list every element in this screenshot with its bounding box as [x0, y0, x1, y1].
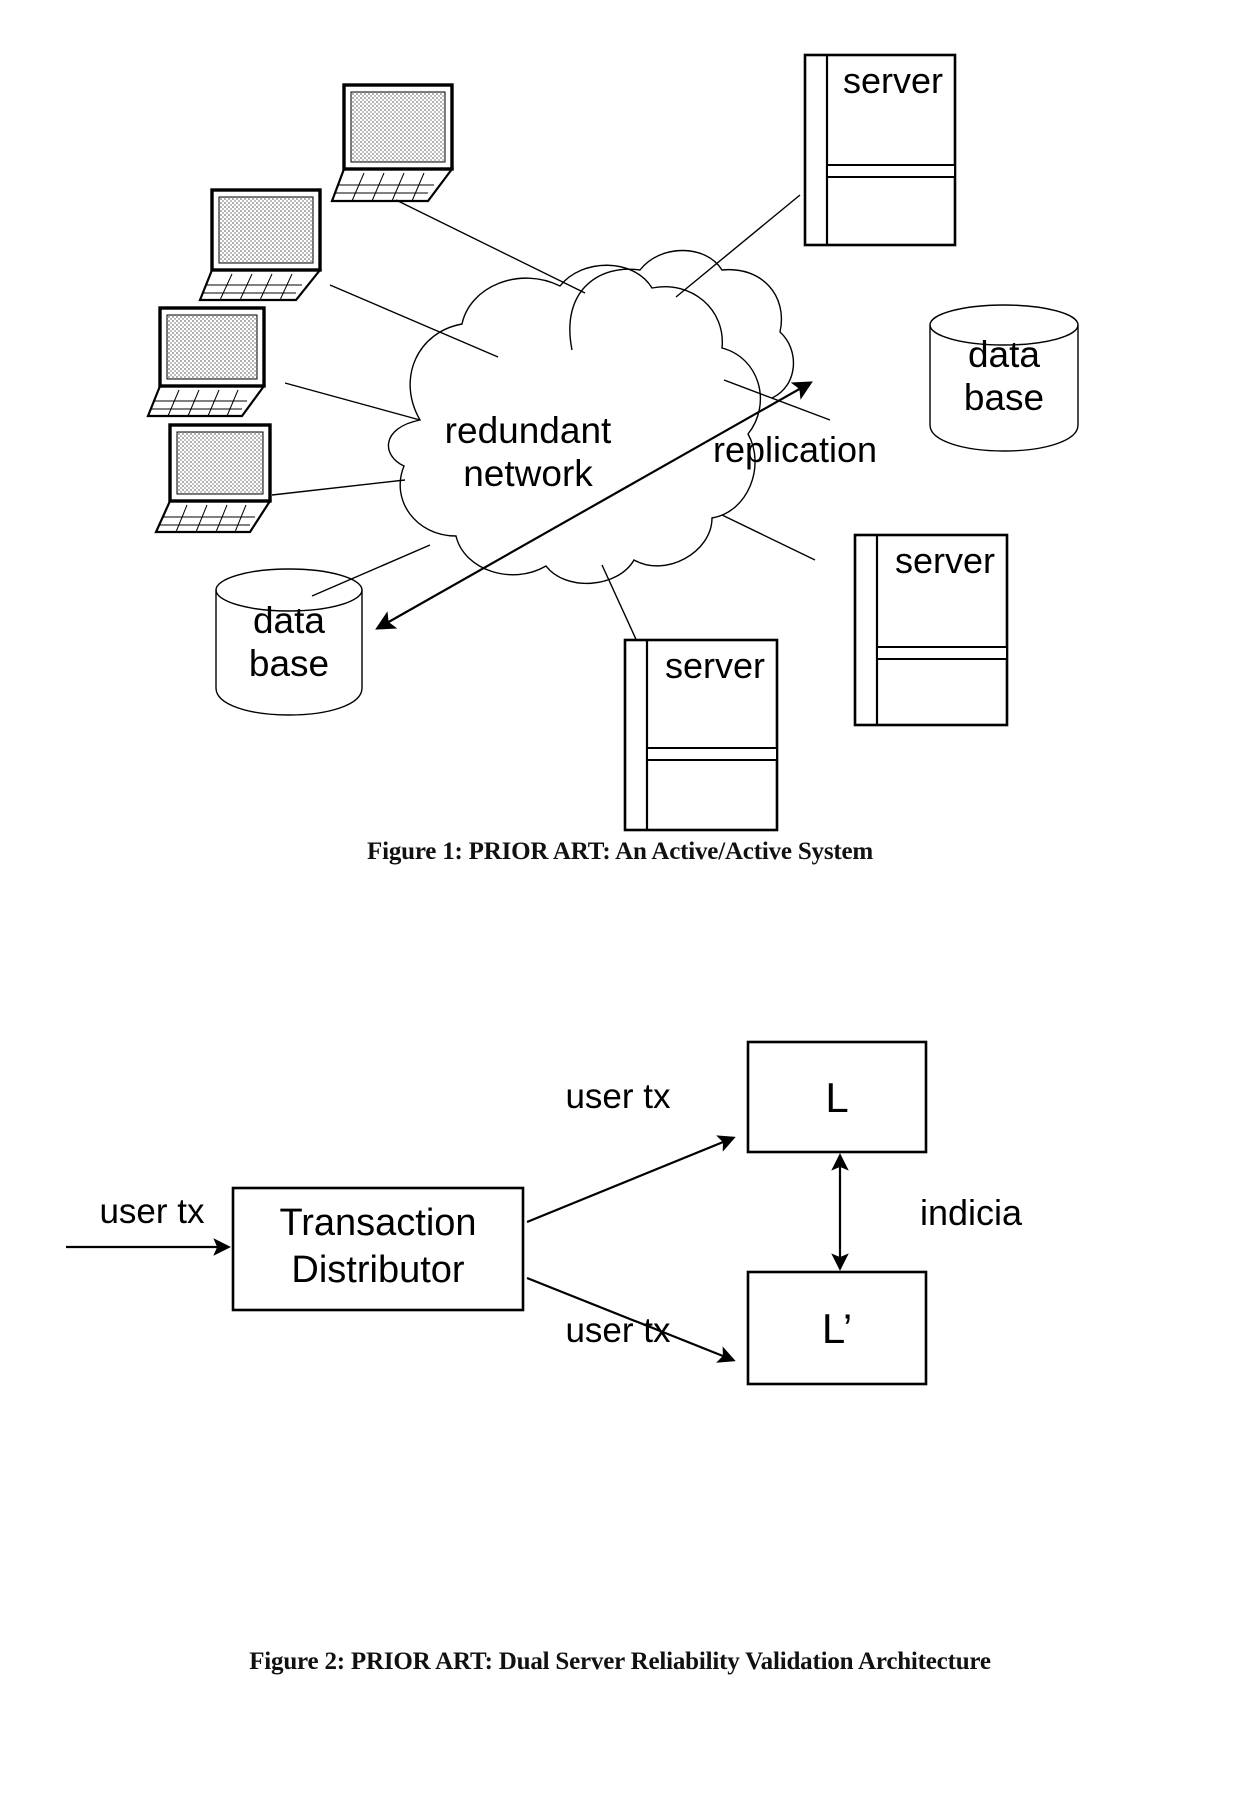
cloud-label-line1: redundant: [445, 410, 612, 451]
patent-figure-page: redundant network replication server ser…: [0, 0, 1240, 1803]
figure-2-canvas: user tx Transaction Distributor user tx …: [66, 1040, 1023, 1386]
indicia-label: indicia: [920, 1192, 1023, 1233]
laptop-4: [154, 423, 273, 534]
redundant-network-cloud: redundant network: [387, 249, 795, 585]
branch-top-label: user tx: [565, 1077, 671, 1116]
database-right-line2: base: [964, 377, 1044, 418]
node-lprime-box: L’: [746, 1270, 928, 1386]
laptop-2: [198, 188, 323, 302]
database-right-line1: data: [968, 334, 1040, 375]
node-lprime-label: L’: [822, 1305, 852, 1352]
cloud-label-line2: network: [463, 453, 593, 494]
branch-bottom: user tx: [526, 1276, 736, 1363]
laptop-3: [146, 306, 267, 418]
server-bottom-center-label: server: [665, 645, 765, 686]
distributor-label-line1: Transaction: [279, 1202, 476, 1244]
input-label: user tx: [99, 1192, 205, 1231]
server-bottom-center: server: [623, 638, 779, 832]
database-left: data base: [215, 568, 363, 716]
node-l-label: L: [825, 1074, 848, 1121]
indicia-link: indicia: [831, 1153, 1023, 1271]
figure-1-caption: Figure 1: PRIOR ART: An Active/Active Sy…: [367, 838, 873, 865]
input-arrow: user tx: [66, 1192, 231, 1256]
database-left-line2: base: [249, 643, 329, 684]
figure-1-canvas: redundant network replication server ser…: [146, 53, 1079, 832]
database-left-line1: data: [253, 600, 325, 641]
figure-1: redundant network replication server ser…: [0, 0, 1240, 900]
figure-2-caption: Figure 2: PRIOR ART: Dual Server Reliabi…: [249, 1648, 991, 1675]
branch-top: user tx: [526, 1077, 736, 1224]
figure-2: user tx Transaction Distributor user tx …: [0, 960, 1240, 1720]
server-bottom-right-label: server: [895, 540, 995, 581]
server-top-right-label: server: [843, 60, 943, 101]
transaction-distributor-box: Transaction Distributor: [231, 1186, 525, 1312]
server-bottom-right: server: [853, 533, 1009, 727]
replication-label: replication: [713, 429, 877, 470]
server-top-right: server: [803, 53, 957, 247]
node-l-box: L: [746, 1040, 928, 1154]
laptop-1: [330, 83, 455, 203]
database-right: data base: [929, 304, 1079, 452]
distributor-label-line2: Distributor: [291, 1249, 464, 1291]
branch-bottom-label: user tx: [565, 1311, 671, 1350]
